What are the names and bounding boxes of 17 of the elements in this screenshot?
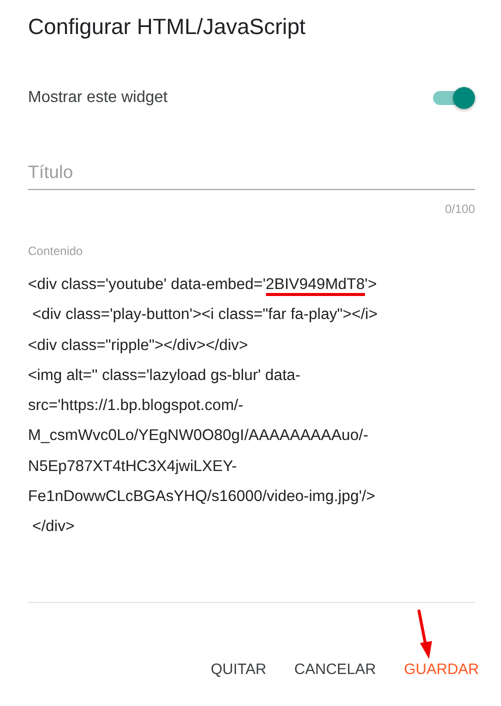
code-line: <div class="ripple"></div></div> <box>28 336 249 356</box>
toggle-label: Mostrar este widget <box>28 89 168 107</box>
code-line: </div> <box>31 517 76 538</box>
code-line: <div class='play-button'><i class="far fa-play"></i> <box>31 305 378 326</box>
code-line: N5Ep787XT4tHC3X4jwiLXEY- <box>28 456 238 477</box>
code-line: <div class='youtube' data-embed='2BIV949MdT8'> <box>28 270 475 300</box>
code-line: src='https://1.bp.blogspot.com/- <box>28 396 244 416</box>
code-line: M_csmWvc0Lo/YEgNW0O80gI/AAAAAAAAAuo/- <box>28 426 370 446</box>
dialog-button[interactable]: CANCELAR <box>284 603 386 686</box>
arrow-annotation <box>418 610 432 659</box>
show-widget-toggle[interactable] <box>431 86 475 110</box>
code-line: Fe1nDowwCLcBGAsYHQ/s16000/video-img.jpg'/> <box>28 487 376 508</box>
character-counter: 0/100 <box>444 202 475 216</box>
dialog-button[interactable]: QUITAR <box>200 603 276 686</box>
code-line: <img alt='' class='lazyload gs-blur' data- <box>28 366 302 386</box>
content-label: Contenido <box>28 244 84 258</box>
dialog-title: Configurar HTML/JavaScript <box>28 14 307 40</box>
